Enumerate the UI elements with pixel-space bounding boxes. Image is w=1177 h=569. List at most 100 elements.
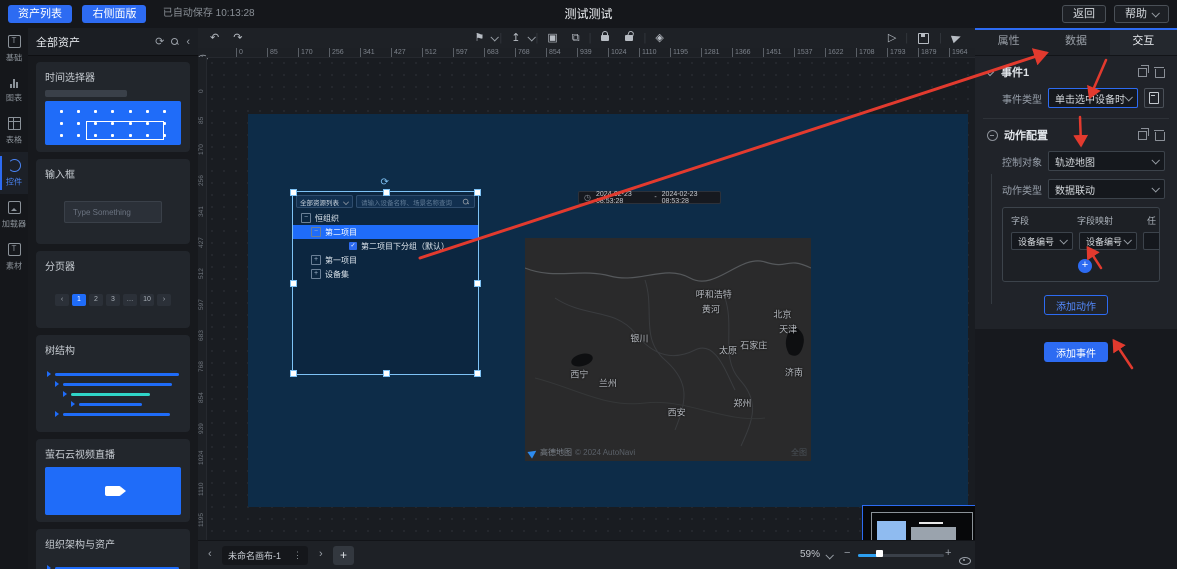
map-label-西宁: 西宁	[570, 368, 588, 381]
help-button[interactable]: 帮助	[1114, 5, 1169, 23]
field-dropdown[interactable]: 设备编号	[1011, 232, 1073, 250]
component-card-pagination[interactable]: 分页器‹123…10›	[36, 251, 190, 328]
rail-item-control[interactable]: 控件	[0, 152, 28, 194]
event-script-button[interactable]	[1144, 88, 1164, 108]
back-button[interactable]: 返回	[1062, 5, 1106, 23]
rail-item-label: 基础	[1, 52, 26, 64]
input-thumbnail: Type Something	[45, 187, 181, 237]
rail-item-material[interactable]: T素材	[0, 236, 28, 278]
ruler-tick: 85	[198, 117, 205, 124]
component-card-datepicker[interactable]: 时间选择器	[36, 62, 190, 152]
tree-node[interactable]: −恒组织	[293, 211, 478, 225]
tree-search-input[interactable]: 请输入设备名称、场景名称查询	[356, 195, 475, 208]
tab-properties[interactable]: 属性	[975, 28, 1042, 55]
redo-icon[interactable]: ↷	[233, 29, 242, 47]
collapse-action-icon[interactable]	[987, 130, 998, 141]
chevron-down-icon[interactable]	[527, 33, 535, 41]
expand-node-icon[interactable]: +	[311, 269, 321, 279]
move-to-top-icon[interactable]: ↥	[511, 29, 520, 47]
extra-dropdown[interactable]	[1143, 232, 1160, 250]
expand-node-icon[interactable]: +	[311, 255, 321, 265]
component-card-tree[interactable]: 树结构	[36, 335, 190, 432]
publish-icon[interactable]	[951, 33, 962, 44]
tree-filter-dropdown[interactable]: 全部资源列表	[296, 195, 353, 208]
delete-action-icon[interactable]	[1155, 132, 1165, 141]
rail-item-loader[interactable]: 加载器	[0, 194, 28, 236]
copy-layer-icon[interactable]: ⧉	[572, 29, 580, 47]
tree-widget[interactable]: 全部资源列表 请输入设备名称、场景名称查询 −恒组织−第二项目✓第二项目下分组（…	[293, 192, 478, 374]
extra-column-header: 任	[1147, 214, 1156, 227]
ruler-tick: 256	[198, 175, 205, 186]
right-panel-button[interactable]: 右侧面版	[82, 5, 146, 23]
search-icon[interactable]	[171, 38, 179, 46]
rail-item-chart[interactable]: 图表	[0, 70, 28, 110]
field-map-dropdown[interactable]: 设备编号	[1079, 232, 1137, 250]
prev-canvas-icon[interactable]: ‹	[208, 548, 212, 560]
ruler-tick: 683	[198, 330, 205, 341]
delete-event-icon[interactable]	[1155, 69, 1165, 78]
canvas-viewport[interactable]: 全部资源列表 请输入设备名称、场景名称查询 −恒组织−第二项目✓第二项目下分组（…	[206, 57, 975, 540]
canvas-tab[interactable]: 未命名画布-1 ⋮	[222, 546, 308, 565]
component-card-input[interactable]: 输入框Type Something	[36, 159, 190, 244]
unlock-icon[interactable]	[625, 35, 633, 41]
map-label-银川: 银川	[630, 332, 648, 345]
asset-list-button[interactable]: 资产列表	[8, 5, 72, 23]
field-mapping-box: 字段 字段映射 任 设备编号 设备编号 +	[1002, 207, 1160, 282]
ruler-tick: 854	[546, 48, 561, 57]
image-icon	[8, 201, 21, 214]
flag-icon[interactable]: ⚑	[475, 29, 485, 47]
add-mapping-button[interactable]: +	[1078, 259, 1092, 273]
add-action-button[interactable]: 添加动作	[1044, 295, 1108, 315]
lock-icon[interactable]	[601, 35, 609, 41]
ruler-tick: 1110	[639, 48, 657, 57]
map-label-黄河: 黄河	[702, 303, 720, 316]
canvas-tab-menu-icon[interactable]: ⋮	[293, 550, 302, 561]
collapse-left-icon[interactable]: ‹	[186, 36, 190, 48]
chevron-down-icon[interactable]	[491, 33, 499, 41]
date-start: 2024-02-23 08:53:28	[596, 191, 649, 205]
tab-interaction[interactable]: 交互	[1110, 28, 1177, 55]
ruler-tick: 768	[198, 361, 205, 372]
component-card-tree[interactable]: 组织架构与资产	[36, 529, 190, 569]
refresh-icon[interactable]: ⟳	[155, 35, 164, 48]
zoom-dropdown-icon[interactable]	[825, 551, 833, 559]
indent-guide-line	[991, 174, 992, 304]
zoom-level[interactable]: 59%	[800, 549, 820, 560]
tab-data[interactable]: 数据	[1042, 28, 1109, 55]
zoom-slider-handle[interactable]	[876, 550, 883, 557]
zoom-in-icon[interactable]: +	[945, 547, 951, 559]
action-type-dropdown[interactable]: 数据联动	[1048, 179, 1165, 199]
collapse-node-icon[interactable]: −	[301, 213, 311, 223]
save-icon[interactable]	[918, 33, 929, 44]
next-canvas-icon[interactable]: ›	[319, 548, 323, 560]
event-type-dropdown[interactable]: 单击选中设备时	[1048, 88, 1138, 108]
zoom-out-icon[interactable]: −	[844, 547, 850, 559]
rail-item-table[interactable]: 表格	[0, 110, 28, 152]
group-icon[interactable]: ▣	[547, 29, 557, 47]
rail-item-basic[interactable]: T基础	[0, 28, 28, 70]
document-title: 测试测试	[564, 0, 612, 28]
add-canvas-button[interactable]: +	[333, 546, 354, 565]
control-target-dropdown[interactable]: 轨迹地图	[1048, 151, 1165, 171]
ruler-tick: 597	[198, 299, 205, 310]
tree-node[interactable]: +设备集	[293, 267, 478, 281]
component-card-video[interactable]: 萤石云视频直播	[36, 439, 190, 522]
preview-play-icon[interactable]: ▷	[888, 29, 896, 47]
minimap-map-widget	[911, 527, 956, 540]
eraser-icon[interactable]: ◈	[655, 29, 663, 47]
collapse-event-icon[interactable]	[986, 68, 994, 76]
tree-node[interactable]: +第一项目	[293, 253, 478, 267]
ruler-tick: 597	[453, 48, 468, 57]
duplicate-action-icon[interactable]	[1138, 131, 1147, 140]
map-widget[interactable]: 呼和浩特黄河北京天津银川太原石家庄济南西宁兰州西安郑州 高德地图 © 2024 …	[525, 238, 811, 461]
date-range-widget[interactable]: ◷ 2024-02-23 08:53:28 - 2024-02-23 08:53…	[578, 191, 721, 204]
duplicate-event-icon[interactable]	[1138, 68, 1147, 77]
preview-eye-icon[interactable]	[959, 557, 971, 565]
add-event-button[interactable]: 添加事件	[1044, 342, 1108, 362]
tree-node[interactable]: ✓第二项目下分组（默认）	[293, 239, 478, 253]
minimap[interactable]	[862, 505, 975, 540]
collapse-node-icon[interactable]: −	[311, 227, 321, 237]
checkbox-checked-icon[interactable]: ✓	[349, 242, 357, 250]
tree-node-selected[interactable]: −第二项目	[293, 225, 478, 239]
undo-icon[interactable]: ↶	[210, 29, 219, 47]
